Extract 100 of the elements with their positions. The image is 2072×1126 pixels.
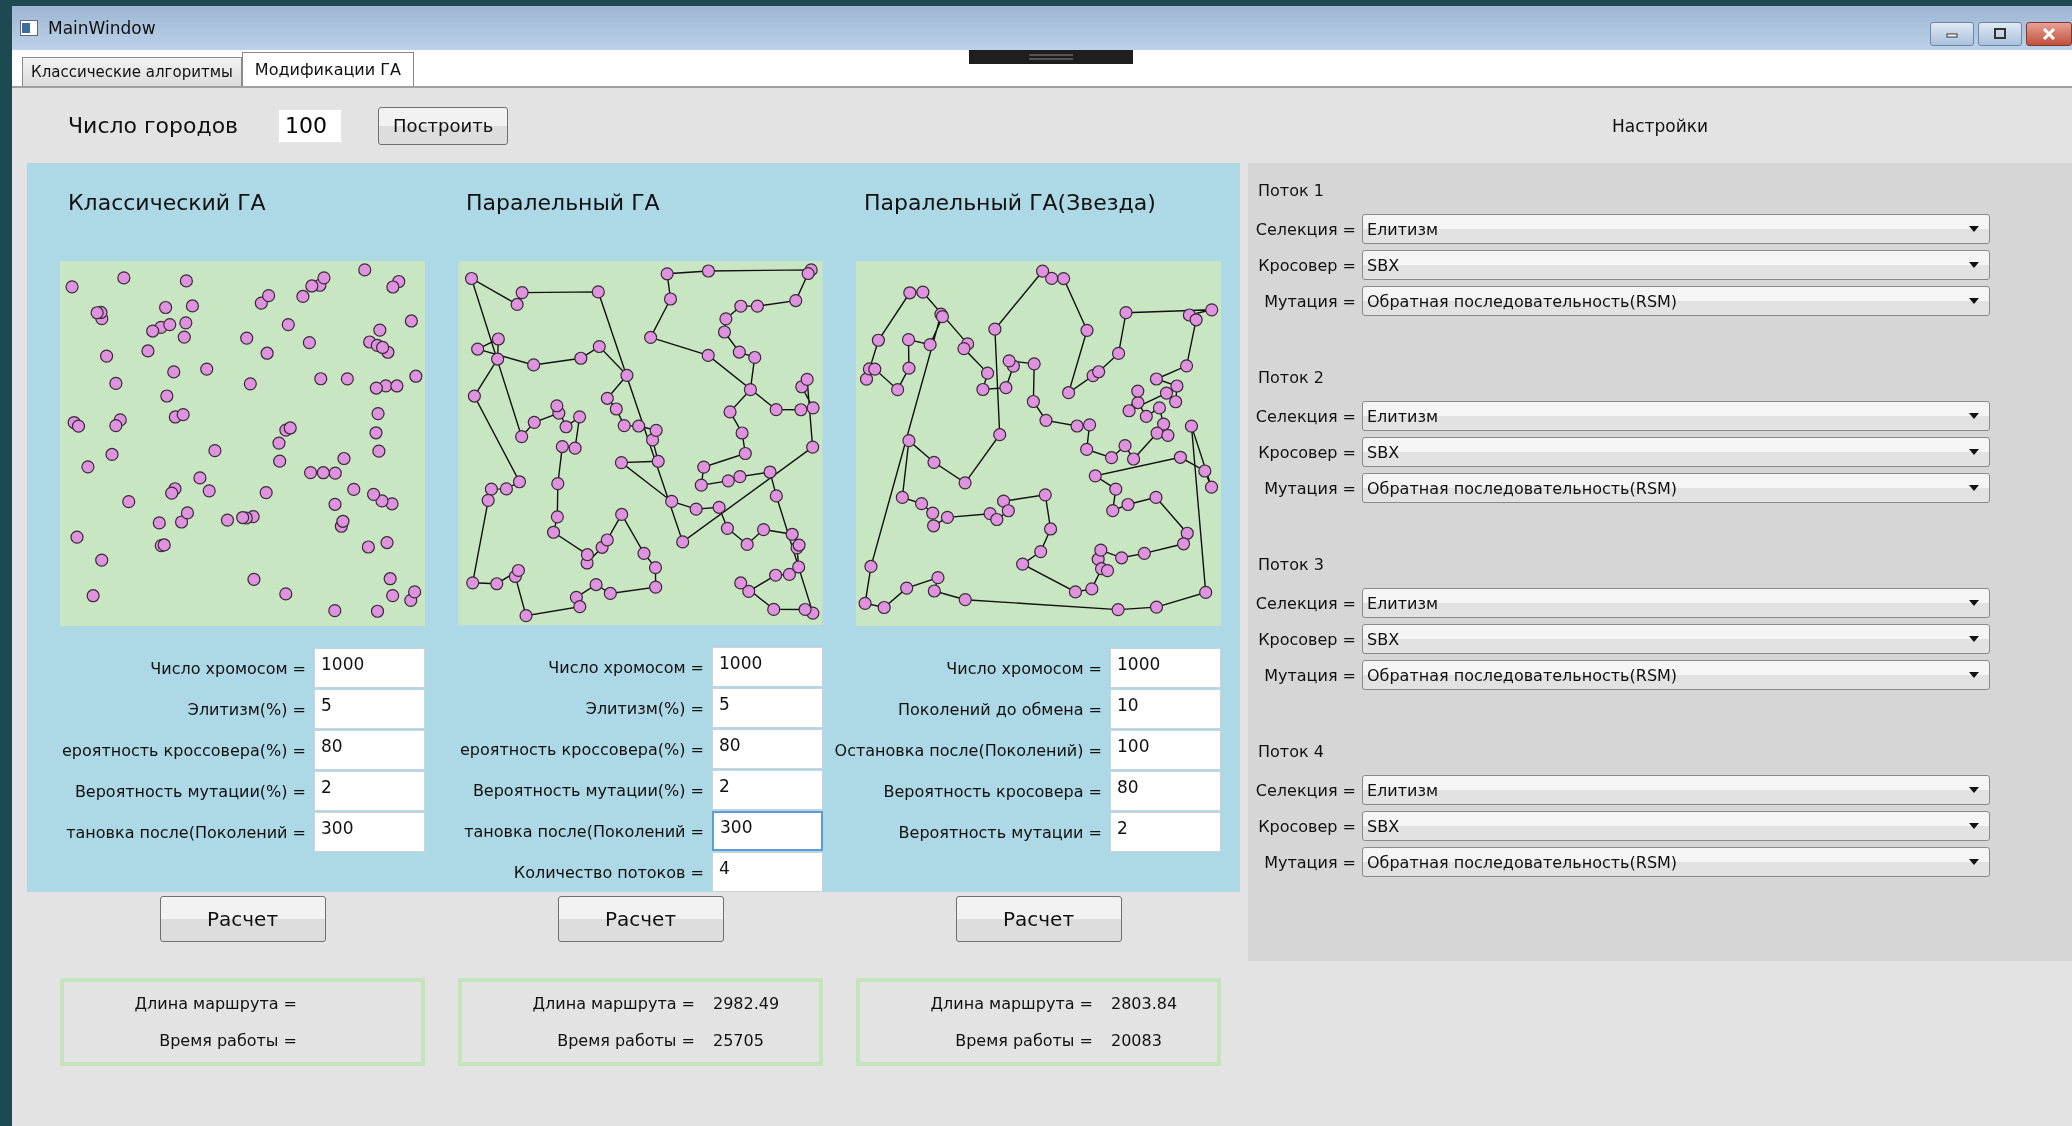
- calculate-button[interactable]: Расчет: [955, 896, 1122, 942]
- input-field[interactable]: 300: [712, 811, 823, 851]
- tab[interactable]: Модификации ГА: [241, 52, 414, 86]
- dropdown[interactable]: Елитизм: [1362, 588, 1990, 618]
- dropdown[interactable]: Елитизм: [1362, 401, 1990, 431]
- option-label: Селекция =: [1255, 780, 1356, 800]
- field-label: Число хромосом =: [946, 658, 1102, 678]
- window-title: MainWindow: [48, 18, 156, 38]
- dropdown[interactable]: Обратная последовательность(RSM): [1362, 660, 1990, 690]
- caret-icon: [1969, 298, 1979, 304]
- input-field[interactable]: 2: [1110, 812, 1221, 852]
- option-label: Селекция =: [1255, 219, 1356, 239]
- option-label: Кросовер =: [1258, 442, 1356, 462]
- tab[interactable]: Классические алгоритмы: [22, 57, 242, 86]
- grip-icon: [1029, 54, 1073, 60]
- input-field[interactable]: 5: [712, 688, 823, 728]
- field-label: ероятность кроссовера(%) =: [459, 739, 704, 759]
- caret-icon: [1969, 449, 1979, 455]
- thread-title: Поток 3: [1258, 555, 1325, 574]
- input-field[interactable]: 1000: [712, 647, 823, 687]
- option-label: Селекция =: [1255, 406, 1356, 426]
- result-value: 25705: [713, 1031, 764, 1050]
- caret-icon: [1969, 636, 1979, 642]
- caret-icon: [1969, 600, 1979, 606]
- field-label: Число хромосом =: [548, 657, 704, 677]
- option-label: Мутация =: [1264, 665, 1356, 685]
- field-label: Остановка после(Поколений) =: [834, 740, 1102, 760]
- caret-icon: [1969, 413, 1979, 419]
- field-label: Количество потоков =: [513, 862, 704, 882]
- field-label: Вероятность мутации(%) =: [74, 781, 306, 801]
- field-label: ероятность кроссовера(%) =: [61, 740, 306, 760]
- result-value: 2982.49: [713, 994, 780, 1013]
- cities-label: Число городов: [68, 113, 239, 138]
- dropdown[interactable]: SBX: [1362, 437, 1990, 467]
- algorithm-title: Паралельный ГА: [466, 189, 661, 217]
- caret-icon: [1969, 485, 1979, 491]
- option-label: Кросовер =: [1258, 816, 1356, 836]
- result-value: 2803.84: [1111, 994, 1178, 1013]
- option-label: Мутация =: [1264, 291, 1356, 311]
- caret-icon: [1969, 787, 1979, 793]
- input-field[interactable]: 2: [314, 771, 425, 811]
- maximize-icon: [1992, 28, 2008, 40]
- dropdown[interactable]: SBX: [1362, 624, 1990, 654]
- input-field[interactable]: 2: [712, 770, 823, 810]
- input-field[interactable]: 300: [314, 812, 425, 852]
- field-label: тановка после(Поколений =: [464, 821, 704, 841]
- input-field[interactable]: 1000: [1110, 648, 1221, 688]
- algorithm-title: Классический ГА: [68, 189, 267, 217]
- result-label: Длина маршрута =: [532, 994, 695, 1013]
- close-button[interactable]: [2026, 22, 2072, 46]
- build-button[interactable]: Построить: [378, 106, 509, 145]
- thread-title: Поток 2: [1258, 368, 1325, 387]
- option-label: Кросовер =: [1258, 629, 1356, 649]
- field-label: Вероятность мутации =: [898, 822, 1102, 842]
- field-label: Элитизм(%) =: [585, 698, 704, 718]
- dropdown[interactable]: Обратная последовательность(RSM): [1362, 286, 1990, 316]
- option-label: Селекция =: [1255, 593, 1356, 613]
- input-field[interactable]: 4: [712, 852, 823, 892]
- caret-icon: [1969, 859, 1979, 865]
- dropdown[interactable]: Елитизм: [1362, 775, 1990, 805]
- caret-icon: [1969, 823, 1979, 829]
- cities-field[interactable]: 100: [278, 108, 343, 143]
- settings-title: Настройки: [1612, 115, 1708, 136]
- input-field[interactable]: 10: [1110, 689, 1221, 729]
- input-field[interactable]: 1000: [314, 648, 425, 688]
- drag-handle[interactable]: [969, 50, 1133, 64]
- caret-icon: [1969, 226, 1979, 232]
- dropdown[interactable]: Обратная последовательность(RSM): [1362, 473, 1990, 503]
- field-label: Число хромосом =: [150, 658, 306, 678]
- field-label: Элитизм(%) =: [187, 699, 306, 719]
- calculate-button[interactable]: Расчет: [557, 896, 724, 942]
- caret-icon: [1969, 672, 1979, 678]
- dropdown[interactable]: Елитизм: [1362, 214, 1990, 244]
- field-label: Поколений до обмена =: [898, 699, 1102, 719]
- dropdown[interactable]: SBX: [1362, 811, 1990, 841]
- algorithm-title: Паралельный ГА(Звезда): [864, 189, 1157, 217]
- result-value: 20083: [1111, 1031, 1162, 1050]
- input-field[interactable]: 80: [1110, 771, 1221, 811]
- dropdown[interactable]: SBX: [1362, 250, 1990, 280]
- calculate-button[interactable]: Расчет: [159, 896, 326, 942]
- result-label: Длина маршрута =: [134, 994, 297, 1013]
- result-label: Время работы =: [159, 1031, 297, 1050]
- field-label: Вероятность кросовера =: [883, 781, 1102, 801]
- option-label: Кросовер =: [1258, 255, 1356, 275]
- option-label: Мутация =: [1264, 852, 1356, 872]
- input-field[interactable]: 80: [314, 730, 425, 770]
- thread-title: Поток 4: [1258, 742, 1325, 761]
- app-icon: [20, 20, 38, 36]
- field-label: тановка после(Поколений =: [66, 822, 306, 842]
- result-label: Время работы =: [955, 1031, 1093, 1050]
- input-field[interactable]: 80: [712, 729, 823, 769]
- maximize-button[interactable]: [1978, 22, 2022, 46]
- result-label: Время работы =: [557, 1031, 695, 1050]
- dropdown[interactable]: Обратная последовательность(RSM): [1362, 847, 1990, 877]
- close-icon: [2041, 28, 2057, 40]
- option-label: Мутация =: [1264, 478, 1356, 498]
- result-label: Длина маршрута =: [930, 994, 1093, 1013]
- input-field[interactable]: 5: [314, 689, 425, 729]
- input-field[interactable]: 100: [1110, 730, 1221, 770]
- field-label: Вероятность мутации(%) =: [472, 780, 704, 800]
